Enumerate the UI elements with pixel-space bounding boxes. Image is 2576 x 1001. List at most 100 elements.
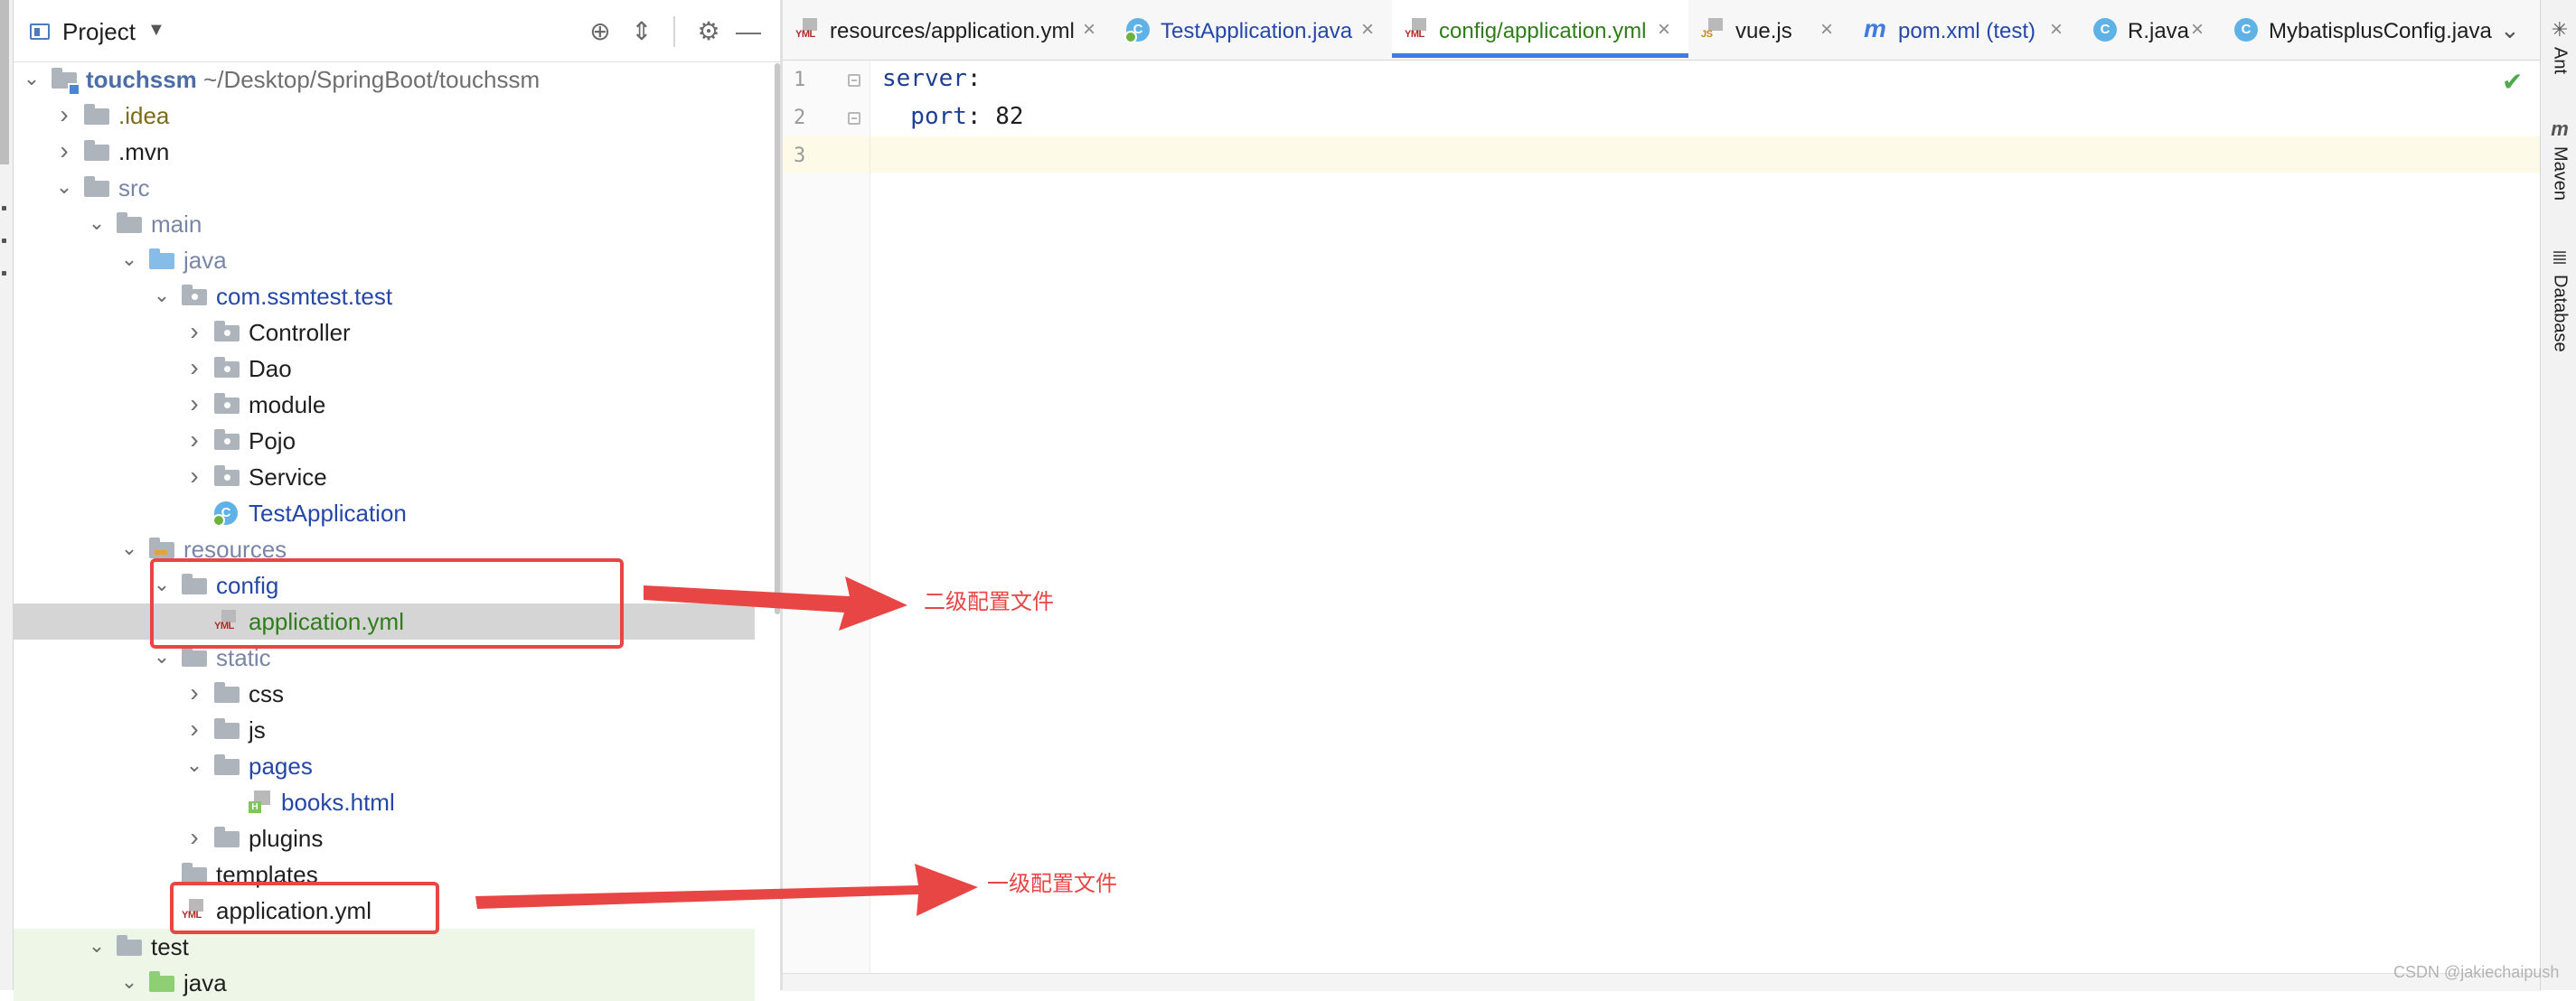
chevron-right-icon[interactable]: › <box>183 355 205 380</box>
line-number: 1 <box>794 69 806 91</box>
tree-row[interactable]: › .idea <box>14 98 755 134</box>
tree-row[interactable]: › .mvn <box>14 134 755 170</box>
chevron-down-icon[interactable]: ⌄ <box>21 67 42 90</box>
yml-file-icon: YML <box>795 18 821 43</box>
tree-row[interactable]: ⌄ java <box>14 965 755 1001</box>
right-tool-strip: ✳ Ant m Maven ≣ Database <box>2540 0 2576 990</box>
tree-row[interactable]: ⌄ pages <box>14 748 755 784</box>
tree-row[interactable]: › Pojo <box>14 423 755 459</box>
editor-tab[interactable]: C MybatisplusConfig.java <box>2222 0 2500 58</box>
chevron-right-icon[interactable]: › <box>183 716 205 742</box>
tree-row-icon <box>212 357 240 379</box>
close-icon[interactable]: × <box>2191 17 2204 42</box>
tree-row-label: java <box>183 247 227 274</box>
tree-row-label: pages <box>249 753 313 780</box>
close-icon[interactable]: × <box>1658 17 1670 42</box>
tree-row-label: css <box>249 680 284 707</box>
tool-window-maven[interactable]: m Maven <box>2546 117 2573 201</box>
chevron-right-icon[interactable]: › <box>183 427 205 453</box>
folder-icon <box>214 827 240 847</box>
chevron-down-icon[interactable]: ⌄ <box>118 248 140 271</box>
code-token: server <box>882 65 967 92</box>
chevron-down-icon[interactable]: ⌄ <box>86 211 108 235</box>
tree-row-icon <box>147 538 174 559</box>
chevron-right-icon[interactable]: › <box>183 319 205 344</box>
chevron-right-icon[interactable]: › <box>183 463 205 489</box>
tree-row[interactable]: C TestApplication <box>14 495 755 531</box>
package-folder-icon <box>182 285 207 305</box>
database-icon: ≣ <box>2551 246 2569 268</box>
tree-row[interactable]: ⌄ touchssm ~/Desktop/SpringBoot/touchssm <box>14 61 755 98</box>
tree-row[interactable]: ⌄ src <box>14 170 755 206</box>
chevron-right-icon[interactable]: › <box>183 680 205 706</box>
chevron-down-icon[interactable]: ⌄ <box>86 934 108 958</box>
chevron-right-icon[interactable]: › <box>53 102 75 127</box>
class-icon: C <box>2234 18 2260 43</box>
chevron-down-icon[interactable]: ⌄ <box>118 970 140 994</box>
tree-row[interactable]: › module <box>14 387 755 423</box>
gear-icon[interactable]: ⚙ <box>693 16 724 47</box>
test-folder-icon <box>149 971 174 992</box>
tree-row-icon <box>212 465 240 487</box>
tab-label: TestApplication.java <box>1161 19 1353 43</box>
tree-row[interactable]: › plugins <box>14 820 755 856</box>
editor-tab[interactable]: YML config/application.yml × <box>1392 0 1688 58</box>
fold-marker-icon[interactable] <box>848 112 860 125</box>
package-folder-icon <box>214 321 240 341</box>
caret-down-icon[interactable]: ▼ <box>147 20 165 41</box>
tree-row-icon <box>212 429 240 451</box>
tool-window-label: Maven <box>2550 146 2571 201</box>
tree-row[interactable]: › css <box>14 676 755 712</box>
close-icon[interactable]: × <box>1083 17 1095 42</box>
tree-row[interactable]: › Controller <box>14 314 755 351</box>
hide-icon[interactable]: — <box>733 16 764 47</box>
close-icon[interactable]: × <box>1820 17 1833 42</box>
editor-horizontal-scroll[interactable] <box>783 973 2540 991</box>
chevron-down-icon[interactable]: ⌄ <box>183 753 205 777</box>
tree-row[interactable]: › Dao <box>14 351 755 387</box>
chevron-down-icon[interactable]: ⌄ <box>2500 16 2520 44</box>
chevron-down-icon[interactable]: ⌄ <box>151 284 173 307</box>
tree-row-label: Pojo <box>249 427 296 454</box>
tree-row-icon <box>212 321 240 342</box>
tree-row[interactable]: › Service <box>14 459 755 495</box>
tree-row-icon <box>82 104 109 126</box>
tree-row-label: Controller <box>249 319 351 346</box>
fold-marker-icon[interactable] <box>848 74 860 87</box>
project-panel-title[interactable]: Project <box>62 18 136 46</box>
package-folder-icon <box>214 429 240 450</box>
editor-tab[interactable]: JS vue.js × <box>1688 0 1851 58</box>
close-icon[interactable]: × <box>1361 17 1374 42</box>
close-icon[interactable]: × <box>2050 17 2063 42</box>
check-icon[interactable]: ✔ <box>2502 67 2523 97</box>
tree-row[interactable]: ⌄ test <box>14 929 755 965</box>
chevron-down-icon[interactable]: ⌄ <box>53 175 75 199</box>
locate-icon[interactable]: ⊕ <box>585 16 616 47</box>
tree-row-label: books.html <box>281 789 395 816</box>
collapse-all-icon[interactable]: ⇕ <box>626 16 657 47</box>
chevron-right-icon[interactable]: › <box>183 391 205 416</box>
code-editor[interactable] <box>870 61 2540 973</box>
chevron-right-icon[interactable]: › <box>53 138 75 164</box>
tree-row[interactable]: › js <box>14 712 755 748</box>
html-file-icon: H <box>247 791 272 814</box>
tool-window-database[interactable]: ≣ Database <box>2546 246 2573 352</box>
tool-window-ant[interactable]: ✳ Ant <box>2546 18 2573 74</box>
tool-marker <box>2 206 6 210</box>
resources-folder-icon <box>149 538 174 558</box>
tool-window-label: Ant <box>2550 47 2571 75</box>
editor-tab[interactable]: C R.java × <box>2081 0 2222 58</box>
chevron-down-icon[interactable]: ⌄ <box>118 537 140 560</box>
tree-row[interactable]: Hbooks.html <box>14 784 755 820</box>
editor-tab[interactable]: YML resources/application.yml × <box>783 0 1114 58</box>
tree-row[interactable]: ⌄ com.ssmtest.test <box>14 278 755 314</box>
tree-row[interactable]: ⌄ main <box>14 206 755 242</box>
project-panel-header: Project ▼ ⊕ ⇕ ⚙ — <box>14 0 780 62</box>
tree-row-label: java <box>183 969 227 996</box>
tree-row[interactable]: ⌄ java <box>14 242 755 278</box>
tree-row-label: .mvn <box>118 138 170 165</box>
chevron-right-icon[interactable]: › <box>183 825 205 850</box>
project-tool-tab[interactable] <box>0 0 9 164</box>
editor-tab[interactable]: m pom.xml (test) × <box>1851 0 2081 58</box>
editor-tab[interactable]: C TestApplication.java × <box>1114 0 1392 58</box>
